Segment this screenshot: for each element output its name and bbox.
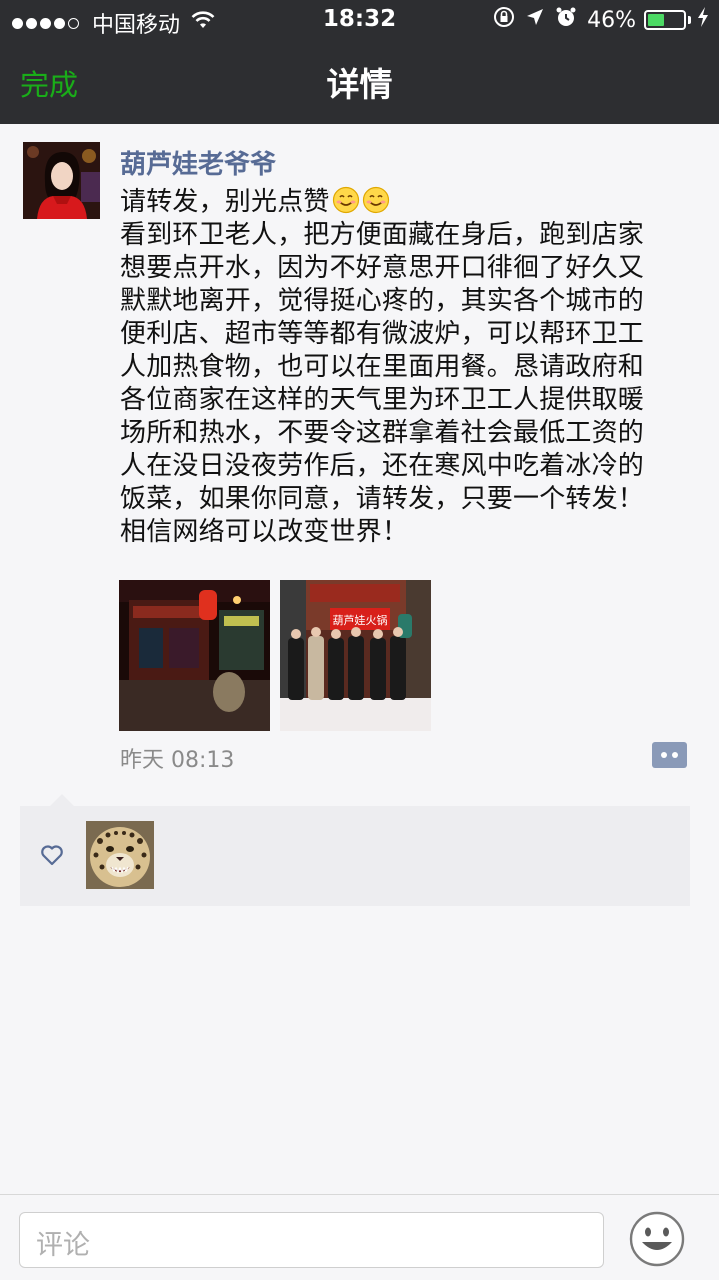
- likes-notch: [50, 794, 74, 806]
- comment-menu-button[interactable]: [652, 742, 687, 768]
- author-name[interactable]: 葫芦娃老爷爷: [120, 144, 276, 181]
- status-right: 46%: [483, 6, 709, 34]
- top-bar: 中国移动 18:32 46% 完成 详情: [0, 0, 719, 124]
- rotation-lock-icon: [493, 6, 515, 34]
- page-title: 详情: [326, 65, 393, 104]
- author-avatar[interactable]: [23, 142, 100, 219]
- status-bar: 中国移动 18:32 46%: [0, 0, 719, 40]
- leopard-avatar[interactable]: [86, 821, 154, 889]
- night-storefront-photo[interactable]: [119, 580, 270, 731]
- comment-bar: 评论: [0, 1194, 719, 1280]
- alarm-icon: [555, 6, 577, 34]
- more-actions-icon: [652, 742, 687, 768]
- battery-icon: [644, 10, 691, 30]
- battery-percent: 46%: [587, 7, 636, 33]
- smiley-face-icon: [629, 1211, 685, 1267]
- post-content: 请转发，别光点赞 看到环卫老人，把方便面藏在身后，跑到店家 想要点开水，因为不好…: [120, 186, 710, 549]
- group-banner-photo[interactable]: 葫芦娃火锅: [280, 580, 431, 731]
- comment-input[interactable]: 评论: [19, 1212, 604, 1268]
- banner-text: 葫芦娃火锅: [333, 614, 388, 627]
- emoji-button[interactable]: [628, 1210, 686, 1268]
- charging-bolt-icon: [697, 7, 709, 33]
- location-arrow-icon: [525, 7, 545, 33]
- smiling-emoji-icon: [362, 186, 390, 214]
- post-timestamp: 昨天 08:13: [120, 748, 235, 773]
- battery-level-fill: [648, 14, 664, 26]
- smiling-emoji-icon: [332, 186, 360, 214]
- likes-panel: [20, 794, 690, 906]
- heart-outline-icon: [40, 844, 64, 866]
- post-body: 看到环卫老人，把方便面藏在身后，跑到店家 想要点开水，因为不好意思开口徘徊了好久…: [120, 220, 645, 547]
- post-first-line: 请转发，别光点赞: [120, 187, 330, 217]
